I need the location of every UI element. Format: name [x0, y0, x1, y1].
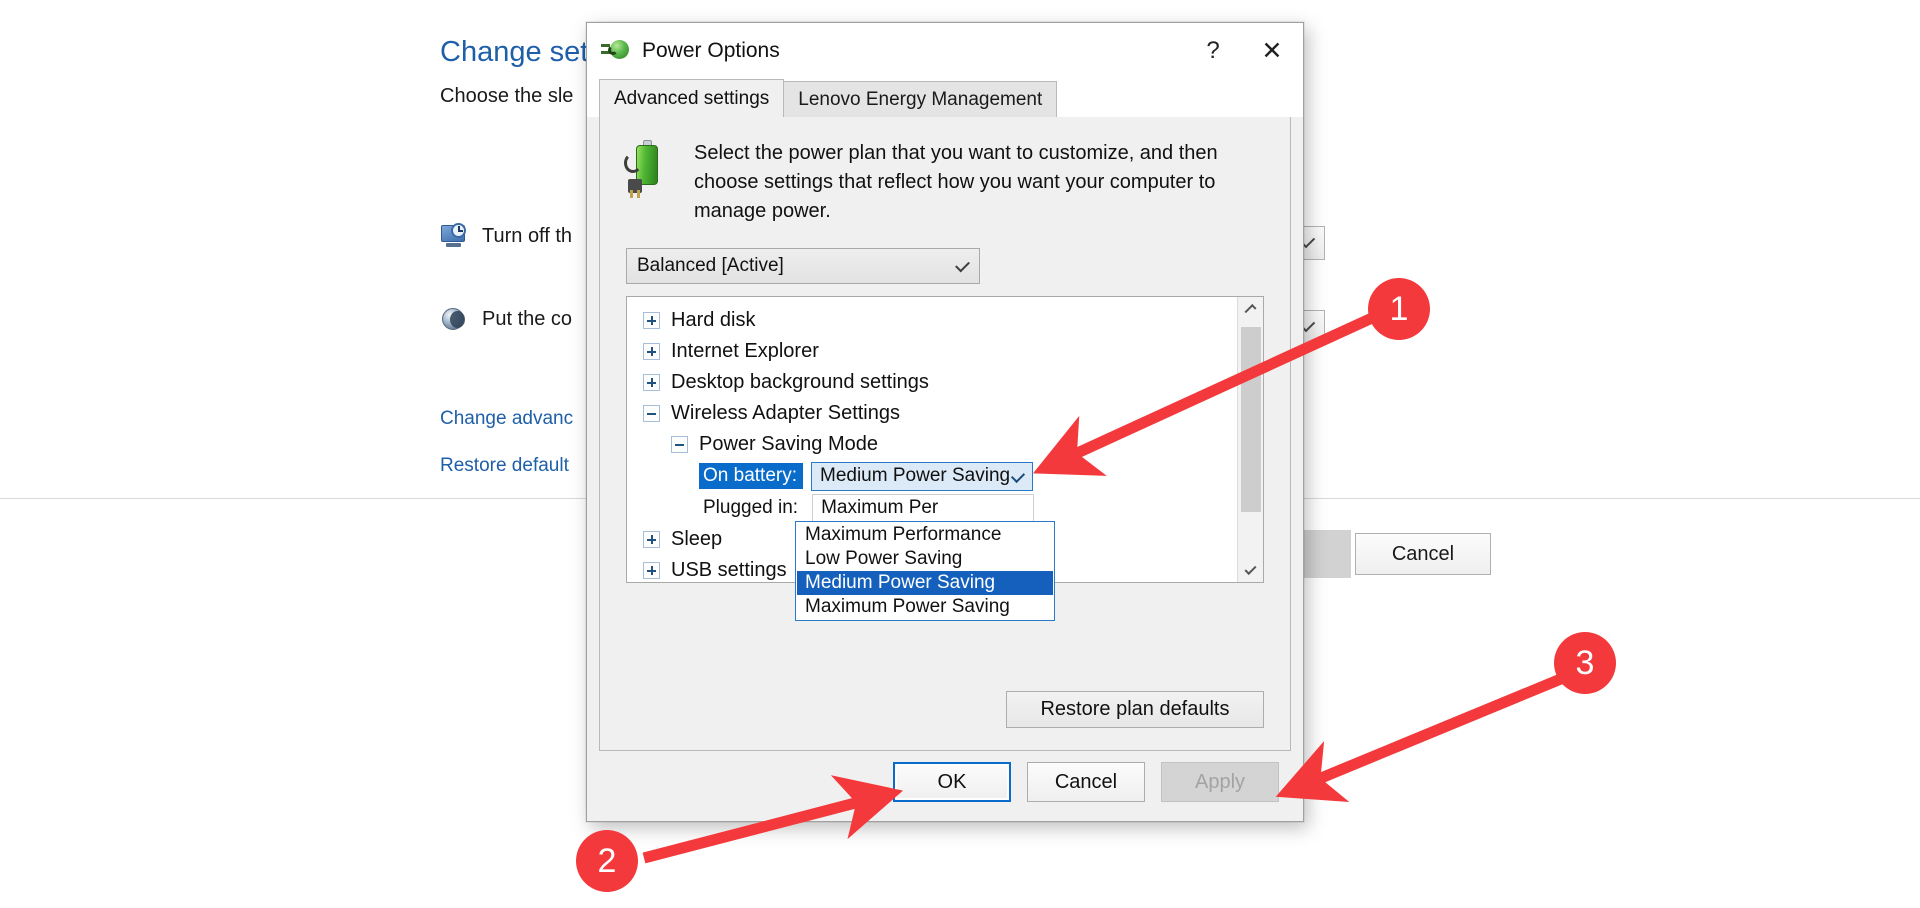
- link-change-advanced-settings[interactable]: Change advanc: [440, 408, 573, 430]
- scroll-down-icon[interactable]: [1238, 556, 1264, 582]
- plugged-in-combobox[interactable]: Maximum Per: [812, 493, 1035, 523]
- background-cancel-button[interactable]: Cancel: [1355, 533, 1491, 575]
- collapse-minus-icon[interactable]: [671, 436, 688, 453]
- setting-row-label: Put the co: [482, 307, 573, 330]
- battery-plug-icon: [622, 139, 676, 199]
- setting-row-turn-off-display: Turn off th: [440, 222, 572, 250]
- dialog-footer: OK Cancel Apply: [587, 751, 1303, 821]
- expand-plus-icon[interactable]: [643, 531, 660, 548]
- scroll-up-icon[interactable]: [1238, 297, 1264, 323]
- expand-plus-icon[interactable]: [643, 343, 660, 360]
- page-title: Change set: [440, 36, 589, 68]
- tree-item-internet-explorer[interactable]: Internet Explorer: [627, 336, 1237, 367]
- page-subtitle: Choose the sle: [440, 85, 574, 107]
- restore-plan-defaults-button[interactable]: Restore plan defaults: [1006, 691, 1264, 728]
- power-plan-selector-value: Balanced [Active]: [637, 255, 784, 276]
- tree-item-desktop-background-settings[interactable]: Desktop background settings: [627, 367, 1237, 398]
- on-battery-dropdown-list[interactable]: Maximum Performance Low Power Saving Med…: [795, 521, 1055, 621]
- on-battery-combobox[interactable]: Medium Power Saving: [811, 461, 1033, 491]
- description-block: Select the power plan that you want to c…: [600, 117, 1290, 226]
- dropdown-option-maximum-power-saving[interactable]: Maximum Power Saving: [797, 595, 1053, 619]
- setting-row-label: Turn off th: [482, 224, 573, 247]
- dialog-title: Power Options: [642, 39, 780, 62]
- chevron-down-icon: [953, 257, 971, 275]
- dropdown-option-medium-power-saving[interactable]: Medium Power Saving: [797, 571, 1053, 595]
- expand-plus-icon[interactable]: [643, 312, 660, 329]
- tab-lenovo-energy-management[interactable]: Lenovo Energy Management: [783, 81, 1058, 117]
- tree-item-label: Desktop background settings: [671, 371, 929, 393]
- dialog-titlebar: Power Options ? ✕: [587, 23, 1303, 79]
- advanced-settings-panel: Select the power plan that you want to c…: [599, 116, 1291, 751]
- background-save-button-partial[interactable]: [1303, 530, 1351, 578]
- dropdown-option-maximum-performance[interactable]: Maximum Performance: [797, 523, 1053, 547]
- setting-plugged-in-label: Plugged in:: [703, 497, 799, 518]
- cancel-button[interactable]: Cancel: [1027, 762, 1145, 802]
- tree-item-label: Hard disk: [671, 309, 756, 331]
- tree-scrollbar[interactable]: [1237, 297, 1263, 582]
- power-plug-icon: [601, 36, 631, 66]
- collapse-minus-icon[interactable]: [643, 405, 660, 422]
- tree-item-wireless-adapter-settings[interactable]: Wireless Adapter Settings: [627, 398, 1237, 429]
- setting-row-put-computer-to-sleep: Put the co: [440, 305, 572, 333]
- power-options-dialog: Power Options ? ✕ Advanced settings Leno…: [586, 22, 1304, 822]
- tree-item-power-saving-mode[interactable]: Power Saving Mode: [627, 429, 1237, 460]
- help-button[interactable]: ?: [1185, 23, 1241, 79]
- monitor-clock-icon: [440, 222, 468, 250]
- setting-on-battery: On battery: Medium Power Saving: [627, 460, 1237, 492]
- setting-on-battery-label: On battery:: [699, 463, 803, 489]
- tree-item-label: Power Saving Mode: [699, 433, 878, 455]
- expand-plus-icon[interactable]: [643, 562, 660, 579]
- dropdown-option-low-power-saving[interactable]: Low Power Saving: [797, 547, 1053, 571]
- description-text: Select the power plan that you want to c…: [694, 142, 1218, 222]
- plugged-in-value: Maximum Per: [821, 497, 939, 518]
- apply-button: Apply: [1161, 762, 1279, 802]
- close-icon[interactable]: ✕: [1241, 23, 1303, 79]
- tree-item-label: Sleep: [671, 528, 723, 550]
- on-battery-value: Medium Power Saving: [820, 465, 1011, 486]
- tree-item-label: USB settings: [671, 559, 787, 581]
- link-restore-defaults[interactable]: Restore default: [440, 455, 569, 477]
- chevron-down-icon: [1010, 468, 1026, 484]
- tree-item-hard-disk[interactable]: Hard disk: [627, 305, 1237, 336]
- scrollbar-thumb[interactable]: [1241, 327, 1261, 512]
- expand-plus-icon[interactable]: [643, 374, 660, 391]
- tree-item-label: Internet Explorer: [671, 340, 819, 362]
- dialog-tabstrip: Advanced settings Lenovo Energy Manageme…: [587, 79, 1303, 117]
- ok-button[interactable]: OK: [893, 762, 1011, 802]
- setting-plugged-in: Plugged in: Maximum Per: [627, 492, 1237, 524]
- tab-advanced-settings[interactable]: Advanced settings: [599, 79, 785, 117]
- sleep-moon-icon: [440, 305, 468, 333]
- power-plan-selector[interactable]: Balanced [Active]: [626, 248, 980, 284]
- tree-item-label: Wireless Adapter Settings: [671, 402, 900, 424]
